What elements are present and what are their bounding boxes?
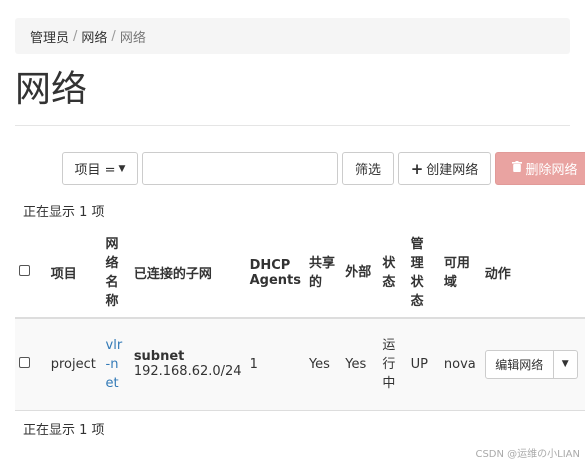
breadcrumb-item-current: 网络 — [119, 30, 146, 46]
breadcrumb-separator: / — [73, 28, 78, 44]
page-title: 网络 — [15, 69, 88, 110]
edit-network-button[interactable]: 编辑网络 — [484, 349, 554, 379]
title-divider — [15, 125, 570, 126]
more-actions-dropdown[interactable]: ▼ — [553, 349, 578, 379]
column-header-subnets[interactable]: 已连接的子网 — [130, 228, 246, 318]
cell-subnets: subnet 192.168.62.0/24 — [130, 318, 246, 410]
column-header-network-name[interactable]: 网络名称 — [102, 228, 130, 318]
column-header-actions: 动作 — [484, 267, 511, 282]
watermark: CSDN @运维の小LIAN — [475, 449, 580, 460]
cell-external: Yes — [345, 356, 367, 372]
network-name-link[interactable]: vlr-net — [106, 338, 123, 391]
column-header-shared[interactable]: 共享的 — [305, 228, 341, 318]
item-count-top: 正在显示 1 项 — [23, 205, 105, 220]
delete-networks-button[interactable]: 删除网络 — [495, 152, 585, 185]
create-network-button[interactable]: + 创建网络 — [398, 152, 491, 185]
row-action-group: 编辑网络 ▼ — [484, 349, 585, 379]
column-header-external[interactable]: 外部 — [341, 228, 378, 318]
breadcrumb-item-network-panel[interactable]: 网络 — [81, 27, 107, 46]
filter-button[interactable]: 筛选 — [342, 152, 394, 185]
subnet-cidr: 192.168.62.0/24 — [133, 364, 242, 380]
table-row: project vlr-net subnet 192.168.62.0/24 1… — [15, 318, 585, 410]
breadcrumb-item-admin[interactable]: 管理员 — [30, 27, 69, 46]
column-header-dhcp-agents[interactable]: DHCP Agents — [246, 228, 305, 318]
column-header-availability-zones[interactable]: 可用域 — [440, 228, 481, 318]
column-header-admin-state[interactable]: 管理状态 — [407, 228, 440, 318]
filter-field-select[interactable]: 项目 = ▼ — [62, 152, 138, 185]
column-header-status[interactable]: 状态 — [378, 228, 406, 318]
select-all-checkbox[interactable] — [19, 265, 30, 276]
cell-dhcp-agents: 1 — [249, 356, 258, 372]
subnet-name: subnet — [133, 349, 185, 365]
filter-input[interactable] — [142, 152, 338, 185]
breadcrumb: 管理员 / 网络 / 网络 — [15, 18, 570, 54]
cell-actions: 编辑网络 ▼ — [481, 318, 585, 410]
filter-field-label: 项目 = — [74, 163, 116, 178]
caret-down-icon: ▼ — [561, 359, 569, 370]
cell-admin-state: UP — [410, 356, 429, 372]
cell-shared: Yes — [308, 356, 330, 372]
cell-availability-zones: nova — [443, 356, 476, 372]
trash-icon — [512, 161, 523, 176]
table-header-row: 项目 网络名称 已连接的子网 DHCP Agents 共享的 外部 状态 管理状… — [15, 228, 585, 318]
caret-down-icon: ▼ — [118, 163, 126, 174]
row-checkbox[interactable] — [19, 356, 30, 368]
create-network-label: 创建网络 — [426, 163, 479, 178]
cell-project: project — [50, 356, 96, 372]
plus-icon: + — [410, 159, 424, 178]
networks-table: 项目 网络名称 已连接的子网 DHCP Agents 共享的 外部 状态 管理状… — [15, 228, 585, 411]
column-header-project[interactable]: 项目 — [47, 228, 102, 318]
delete-networks-label: 删除网络 — [525, 163, 578, 178]
breadcrumb-separator: / — [111, 28, 116, 44]
item-count-bottom: 正在显示 1 项 — [23, 423, 105, 438]
cell-status: 运行中 — [382, 337, 396, 391]
